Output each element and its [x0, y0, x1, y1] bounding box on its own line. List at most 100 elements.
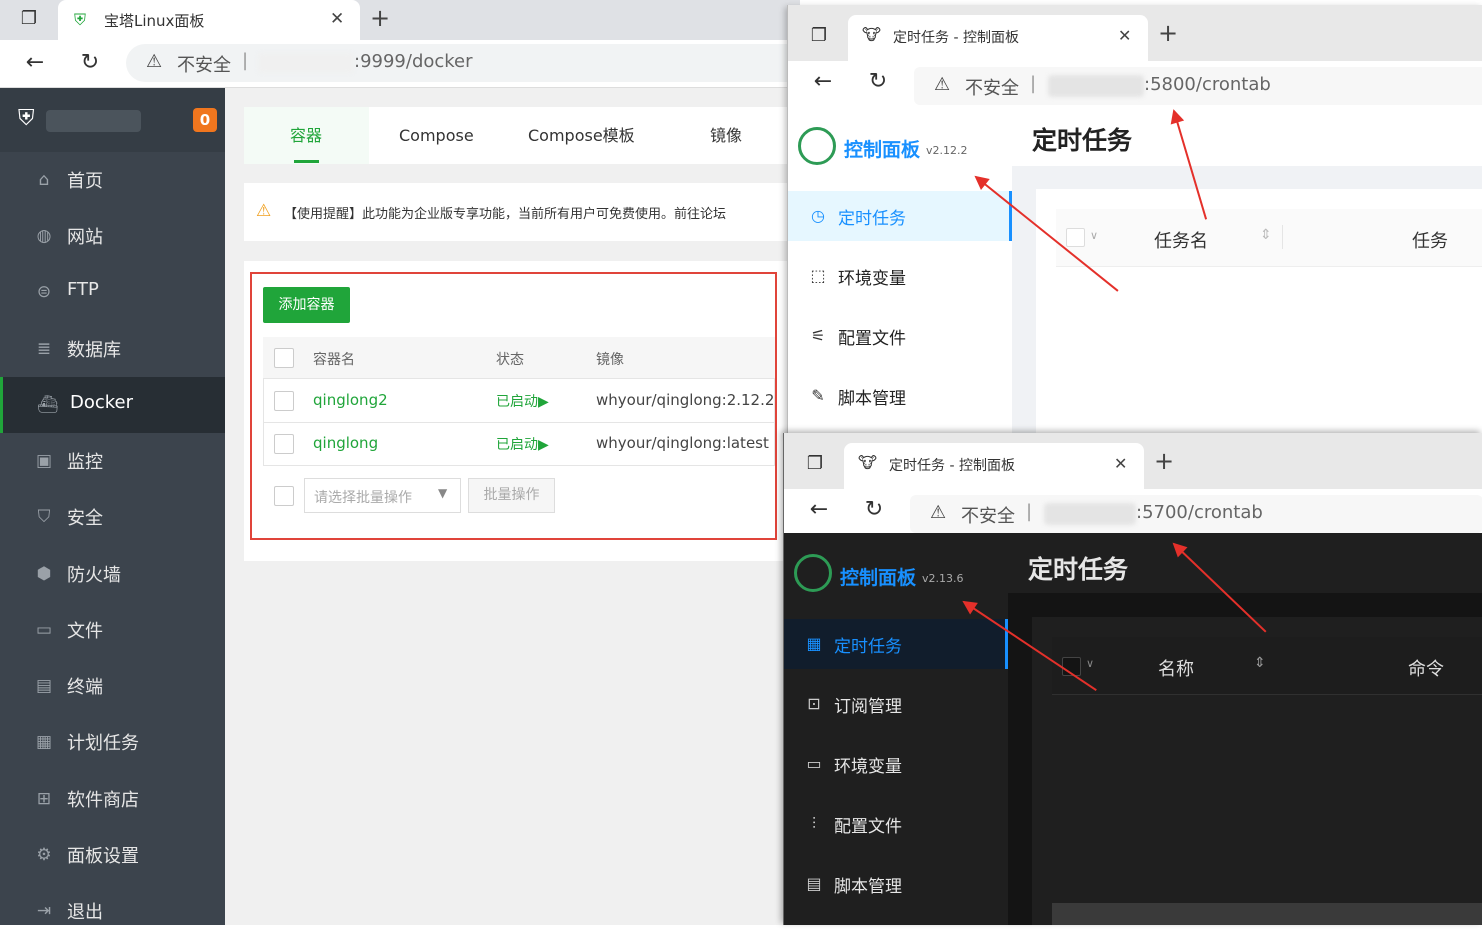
menu-item-label: 定时任务: [834, 637, 902, 657]
close-tab-icon[interactable]: ✕: [330, 9, 344, 29]
tab-actions-icon[interactable]: ❐: [802, 453, 828, 474]
tab-containers[interactable]: 容器: [290, 107, 322, 164]
sidebar-item-globe[interactable]: ◍ 网站: [0, 208, 225, 264]
menu-item-calendar[interactable]: ▦ 定时任务: [784, 619, 1008, 669]
warning-icon: ⚠: [934, 74, 951, 95]
sort-icon[interactable]: ⇕: [1254, 655, 1266, 671]
close-tab-icon[interactable]: ✕: [1118, 26, 1131, 45]
close-tab-icon[interactable]: ✕: [1114, 454, 1127, 473]
tab-actions-icon[interactable]: ❐: [16, 8, 42, 29]
menu-item-env[interactable]: ⬚ 环境变量: [788, 251, 1012, 301]
tab-compose[interactable]: Compose: [399, 107, 474, 164]
column-header-name: 名称: [1158, 659, 1194, 680]
sidebar-item-docker[interactable]: ⛴ Docker: [0, 377, 225, 433]
menu-item-label: 订阅管理: [834, 697, 902, 717]
table-header: ∨ 任务名 ⇕ 任务: [1056, 209, 1482, 267]
baota-favicon-icon: ⛨: [74, 10, 87, 29]
url-field[interactable]: ⚠ 不安全 | :5800/crontab: [914, 67, 1482, 105]
qinglong-logo-icon: [794, 554, 832, 592]
select-all-checkbox[interactable]: [1066, 228, 1085, 247]
qinglong-favicon-icon: 🐮: [862, 25, 881, 44]
batch-checkbox[interactable]: [274, 486, 294, 506]
browser-tab-qinglong[interactable]: 🐮 定时任务 - 控制面板 ✕: [844, 443, 1144, 489]
sidebar-item-gear[interactable]: ⚙ 面板设置: [0, 827, 225, 883]
container-status[interactable]: 已启动▶: [496, 391, 549, 411]
new-tab-icon[interactable]: +: [370, 4, 390, 32]
sidebar-item-calendar[interactable]: ▦ 计划任务: [0, 714, 225, 770]
sidebar-item-firewall[interactable]: ⬢ 防火墙: [0, 546, 225, 602]
browser-window-qinglong-light: ❐ 🐮 定时任务 - 控制面板 ✕ + ← ↻ ⚠ 不安全 | :5800/cr…: [787, 5, 1482, 435]
row-checkbox[interactable]: [274, 391, 294, 411]
back-arrow-icon[interactable]: ←: [22, 50, 48, 75]
menu-item-sliders[interactable]: ⫶ 配置文件: [784, 799, 1008, 849]
notification-badge[interactable]: 0: [193, 108, 217, 132]
subscribe-icon: ⊡: [807, 694, 821, 713]
tab-actions-icon[interactable]: ❐: [806, 25, 832, 46]
env-icon: ⬚: [810, 266, 826, 285]
sidebar-item-label: 数据库: [67, 340, 121, 361]
url-separator: |: [1026, 501, 1033, 522]
database-icon: ≣: [36, 339, 52, 359]
reload-icon[interactable]: ↻: [861, 497, 887, 522]
sidebar-item-folder[interactable]: ▭ 文件: [0, 602, 225, 658]
menu-item-clock[interactable]: ◷ 定时任务: [788, 191, 1012, 241]
browser-window-qinglong-dark: ❐ 🐮 定时任务 - 控制面板 ✕ + ← ↻ ⚠ 不安全 | :5700/cr…: [783, 433, 1482, 925]
tab-images[interactable]: 镜像: [710, 107, 742, 164]
menu-item-config[interactable]: ⚟ 配置文件: [788, 311, 1012, 361]
menu-item-label: 脚本管理: [834, 877, 902, 897]
sidebar-header: ⛨ 0: [0, 88, 225, 152]
reload-icon[interactable]: ↻: [77, 50, 103, 75]
edit-icon: ✎: [811, 386, 825, 405]
horizontal-scrollbar[interactable]: [1052, 903, 1482, 925]
brand-title: 控制面板: [840, 567, 917, 589]
sidebar-item-logout[interactable]: ⇥ 退出: [0, 883, 225, 939]
sidebar-item-shield[interactable]: ⛉ 安全: [0, 489, 225, 545]
page-title: 定时任务: [1032, 126, 1133, 155]
sidebar-item-label: 计划任务: [67, 733, 139, 754]
table-row: qinglong2 已启动▶ whyour/qinglong:2.12.2: [263, 380, 775, 423]
sidebar-item-database[interactable]: ≣ 数据库: [0, 321, 225, 377]
calendar-icon: ▦: [35, 732, 53, 752]
add-container-button[interactable]: 添加容器: [263, 287, 350, 323]
sidebar-item-apps[interactable]: ⊞ 软件商店: [0, 771, 225, 827]
menu-item-label: 环境变量: [838, 269, 906, 289]
security-label: 不安全: [177, 55, 231, 76]
menu-item-label: 环境变量: [834, 757, 902, 777]
new-tab-icon[interactable]: +: [1158, 19, 1178, 47]
url-field[interactable]: ⚠ 不安全 | :9999/docker: [126, 44, 806, 82]
menu-item-script[interactable]: ▤ 脚本管理: [784, 859, 1008, 909]
back-arrow-icon[interactable]: ←: [806, 497, 832, 522]
browser-tab-baota[interactable]: ⛨ 宝塔Linux面板 ✕: [58, 0, 360, 40]
url-field[interactable]: ⚠ 不安全 | :5700/crontab: [910, 495, 1482, 533]
reload-icon[interactable]: ↻: [865, 69, 891, 94]
chevron-down-icon[interactable]: ∨: [1086, 657, 1094, 670]
brand-title: 控制面板: [844, 139, 921, 161]
tab-compose-template[interactable]: Compose模板: [528, 107, 635, 164]
sidebar-item-ftp[interactable]: ⊜ FTP: [0, 264, 225, 320]
batch-action-button[interactable]: 批量操作: [468, 478, 555, 513]
menu-item-subscribe[interactable]: ⊡ 订阅管理: [784, 679, 1008, 729]
sidebar-item-terminal[interactable]: ▤ 终端: [0, 658, 225, 714]
alert-icon: ⚠: [256, 201, 272, 221]
container-name-link[interactable]: qinglong2: [313, 391, 388, 409]
browser-tab-qinglong[interactable]: 🐮 定时任务 - 控制面板 ✕: [848, 15, 1148, 61]
menu-item-env[interactable]: ▭ 环境变量: [784, 739, 1008, 789]
container-name-link[interactable]: qinglong: [313, 434, 378, 452]
row-checkbox[interactable]: [274, 434, 294, 454]
sidebar-item-label: 网站: [67, 227, 103, 248]
sidebar-item-monitor[interactable]: ▣ 监控: [0, 433, 225, 489]
sort-icon[interactable]: ⇕: [1260, 227, 1272, 243]
batch-action-select[interactable]: 请选择批量操作 ▼: [304, 478, 461, 513]
chevron-down-icon[interactable]: ∨: [1090, 229, 1098, 242]
table-row: qinglong 已启动▶ whyour/qinglong:latest: [263, 423, 775, 466]
sidebar-item-home[interactable]: ⌂ 首页: [0, 152, 225, 208]
home-icon: ⌂: [38, 170, 50, 190]
sidebar-item-label: 软件商店: [67, 790, 139, 811]
new-tab-icon[interactable]: +: [1154, 447, 1174, 475]
sidebar-item-label: 安全: [67, 508, 103, 529]
menu-item-edit[interactable]: ✎ 脚本管理: [788, 371, 1012, 421]
select-all-checkbox[interactable]: [274, 348, 294, 368]
container-status[interactable]: 已启动▶: [496, 434, 549, 454]
back-arrow-icon[interactable]: ←: [810, 69, 836, 94]
config-icon: ⚟: [810, 326, 826, 345]
